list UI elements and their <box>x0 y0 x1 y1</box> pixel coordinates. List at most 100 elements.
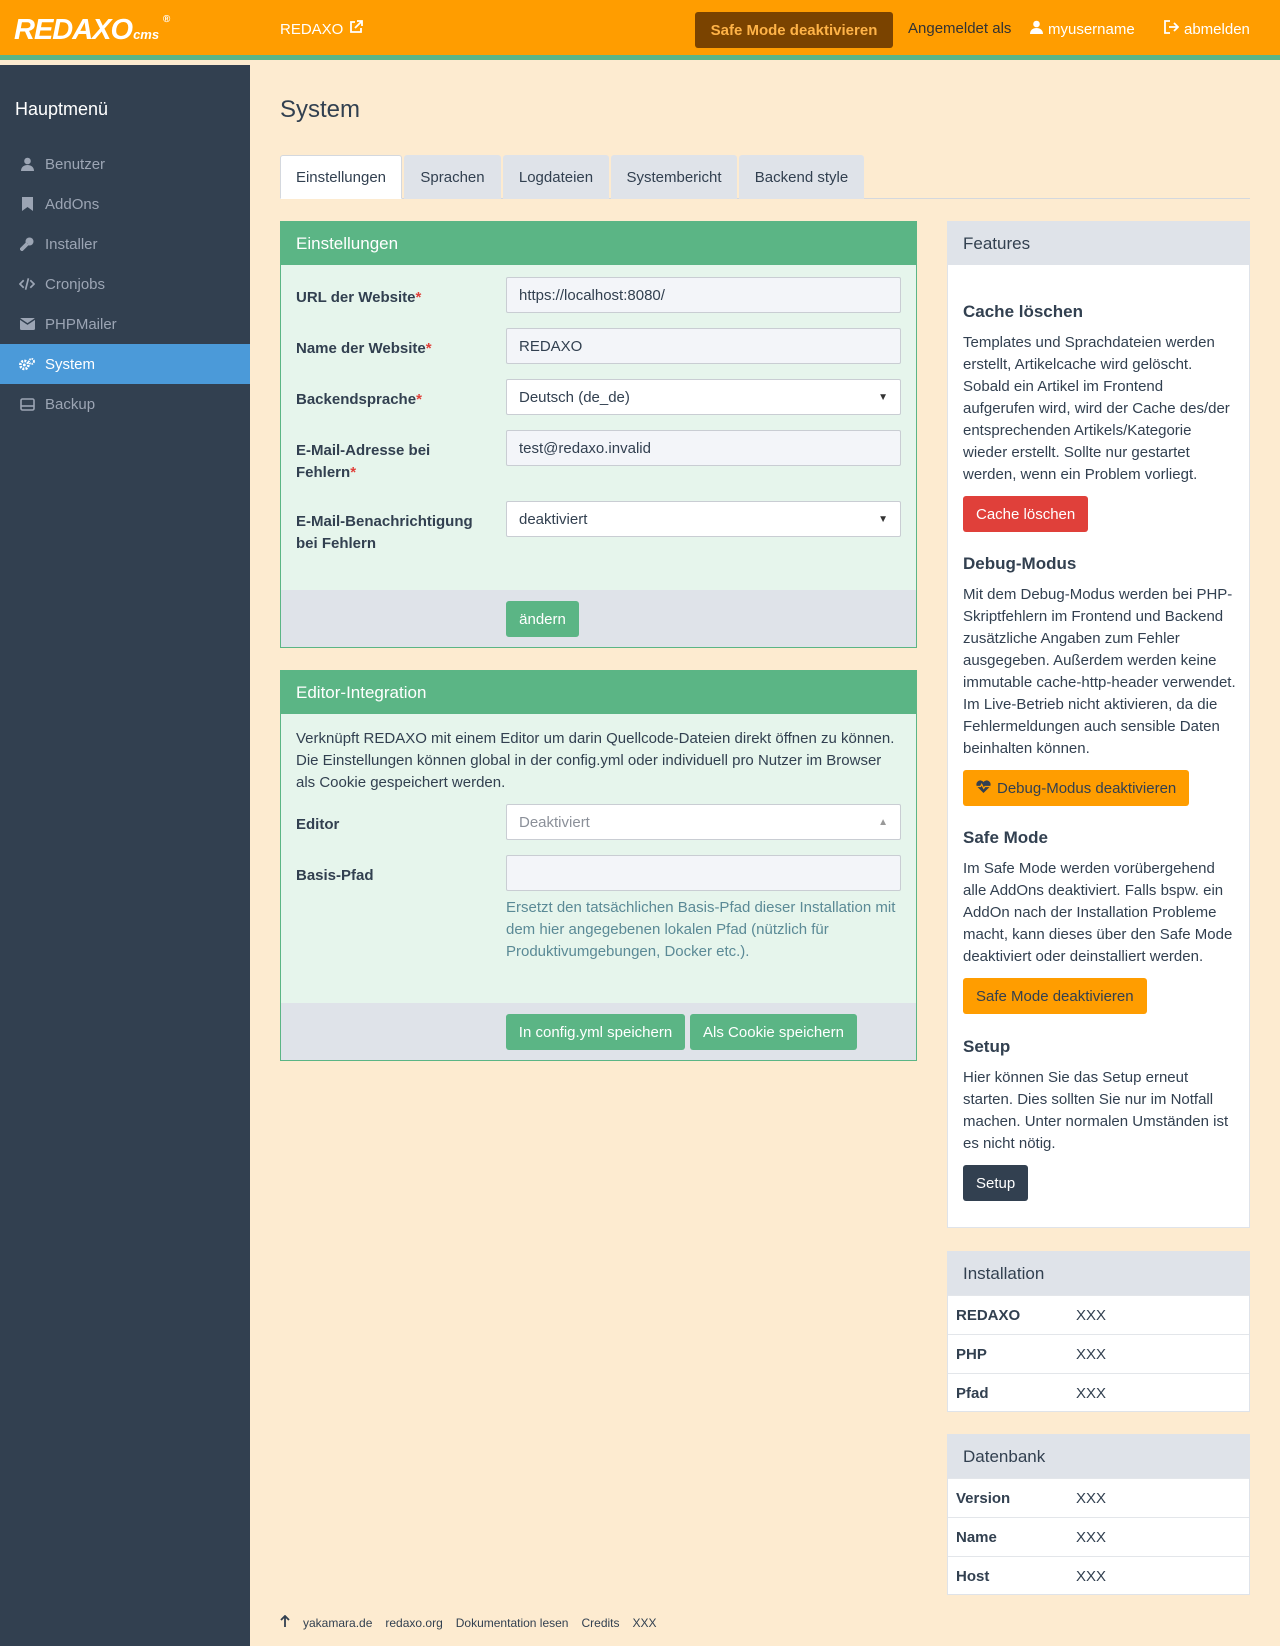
table-row: Pfad XXX <box>948 1373 1249 1413</box>
error-notify-value: deaktiviert <box>519 510 588 528</box>
setup-section: Setup Hier können Sie das Setup erneut s… <box>963 1037 1238 1201</box>
installation-panel-title: Installation <box>948 1252 1249 1295</box>
error-email-input[interactable]: test@redaxo.invalid <box>506 430 901 466</box>
base-path-help: Ersetzt den tatsächlichen Basis-Pfad die… <box>506 899 896 960</box>
sidebar-item-backup[interactable]: Backup <box>0 384 250 424</box>
debug-title: Debug-Modus <box>963 554 1077 573</box>
table-key: Host <box>948 1556 1068 1596</box>
backend-language-select[interactable]: Deutsch (de_de) ▼ <box>506 379 901 415</box>
footer-link-yakamara[interactable]: yakamara.de <box>303 1616 372 1630</box>
base-path-input[interactable] <box>506 855 901 891</box>
footer-link-credits[interactable]: Credits <box>581 1616 619 1630</box>
sidebar-title: Hauptmenü <box>15 99 109 119</box>
save-cookie-button[interactable]: Als Cookie speichern <box>690 1014 857 1050</box>
debug-mode-button-label: Debug-Modus deaktivieren <box>997 779 1177 797</box>
caret-up-icon: ▲ <box>878 816 888 828</box>
sidebar: Hauptmenü Benutzer AddOns Installer Cron… <box>0 65 250 1646</box>
settings-panel-title: Einstellungen <box>281 222 916 265</box>
user-icon <box>1030 20 1043 38</box>
tab-logdateien[interactable]: Logdateien <box>503 155 609 199</box>
sidebar-item-addons[interactable]: AddOns <box>0 184 250 224</box>
redaxo-logo[interactable]: REDAXOcms ® <box>14 14 170 47</box>
logged-in-label: Angemeldet als <box>908 20 1012 37</box>
url-input[interactable]: https://localhost:8080/ <box>506 277 901 313</box>
debug-text: Mit dem Debug-Modus werden bei PHP-Skrip… <box>963 586 1236 757</box>
safe-mode-header-button[interactable]: Safe Mode deaktivieren <box>695 12 893 48</box>
table-row: Name XXX <box>948 1517 1249 1557</box>
user-icon <box>19 157 35 171</box>
safe-mode-button[interactable]: Safe Mode deaktivieren <box>963 978 1147 1014</box>
tab-bar: Einstellungen Sprachen Logdateien System… <box>280 155 1250 199</box>
table-value: XXX <box>1068 1373 1249 1413</box>
footer-link-docs[interactable]: Dokumentation lesen <box>456 1616 569 1630</box>
table-key: PHP <box>948 1334 1068 1374</box>
table-row: REDAXO XXX <box>948 1295 1249 1335</box>
table-key: Version <box>948 1478 1068 1518</box>
frontend-link[interactable]: REDAXO <box>280 20 364 38</box>
save-config-button[interactable]: In config.yml speichern <box>506 1014 685 1050</box>
sidebar-item-phpmailer[interactable]: PHPMailer <box>0 304 250 344</box>
tab-backend-style[interactable]: Backend style <box>739 155 864 199</box>
error-notify-label: E-Mail-Benachrichtigung bei Fehlern <box>296 513 473 552</box>
footer-link-redaxo[interactable]: redaxo.org <box>385 1616 442 1630</box>
safe-mode-title: Safe Mode <box>963 828 1049 847</box>
logo-reg-mark: ® <box>162 14 170 25</box>
sidebar-item-label: Benutzer <box>45 155 106 173</box>
hdd-icon <box>19 397 35 411</box>
caret-down-icon: ▼ <box>878 513 888 525</box>
sidebar-item-label: Cronjobs <box>45 275 106 293</box>
cogs-icon <box>19 357 35 372</box>
table-value: XXX <box>1068 1334 1249 1374</box>
tab-einstellungen[interactable]: Einstellungen <box>280 155 402 199</box>
clear-cache-button[interactable]: Cache löschen <box>963 496 1089 532</box>
code-icon <box>19 277 35 291</box>
database-panel-title: Datenbank <box>948 1435 1249 1478</box>
top-bar: REDAXOcms ® REDAXO Safe Mode deaktiviere… <box>0 0 1280 60</box>
editor-intro-text: Verknüpft REDAXO mit einem Editor um dar… <box>296 730 895 791</box>
editor-panel-footer: In config.yml speichern Als Cookie speic… <box>281 1003 916 1060</box>
url-label: URL der Website* <box>296 289 422 306</box>
table-key: Pfad <box>948 1373 1068 1413</box>
cache-section: Cache löschen Templates und Sprachdateie… <box>963 302 1238 532</box>
sidebar-item-label: Backup <box>45 395 96 413</box>
installation-table: REDAXO XXX PHP XXX Pfad XXX <box>948 1295 1249 1413</box>
save-settings-button[interactable]: ändern <box>506 601 579 637</box>
site-name-input[interactable]: REDAXO <box>506 328 901 364</box>
logo-text: REDAXO <box>14 14 133 46</box>
heartbeat-icon <box>976 779 991 797</box>
features-panel: Features Cache löschen Templates und Spr… <box>947 221 1250 1228</box>
sidebar-item-cronjobs[interactable]: Cronjobs <box>0 264 250 304</box>
table-value: XXX <box>1068 1295 1249 1335</box>
installation-panel: Installation REDAXO XXX PHP XXX Pfad XXX <box>947 1251 1250 1413</box>
sidebar-item-label: PHPMailer <box>45 315 117 333</box>
table-row: Host XXX <box>948 1556 1249 1596</box>
editor-select[interactable]: Deaktiviert ▲ <box>506 804 901 840</box>
sidebar-item-benutzer[interactable]: Benutzer <box>0 144 250 184</box>
user-profile-link[interactable]: myusername <box>1030 20 1135 38</box>
table-value: XXX <box>1068 1517 1249 1557</box>
database-table: Version XXX Name XXX Host XXX <box>948 1478 1249 1596</box>
sidebar-item-installer[interactable]: Installer <box>0 224 250 264</box>
setup-button[interactable]: Setup <box>963 1165 1029 1201</box>
error-notify-select[interactable]: deaktiviert ▼ <box>506 501 901 537</box>
sign-out-icon <box>1164 20 1180 38</box>
settings-panel-footer: ändern <box>281 590 916 647</box>
table-key: Name <box>948 1517 1068 1557</box>
arrow-up-icon[interactable] <box>280 1614 290 1630</box>
tab-sprachen[interactable]: Sprachen <box>404 155 501 199</box>
settings-panel: Einstellungen URL der Website* https://l… <box>280 221 917 648</box>
wrench-icon <box>19 237 35 251</box>
tab-systembericht[interactable]: Systembericht <box>611 155 737 199</box>
frontend-link-label: REDAXO <box>280 20 344 38</box>
table-row: PHP XXX <box>948 1334 1249 1374</box>
logo-cms: cms <box>133 27 160 42</box>
debug-mode-button[interactable]: Debug-Modus deaktivieren <box>963 770 1190 806</box>
table-value: XXX <box>1068 1556 1249 1596</box>
sidebar-item-system[interactable]: System <box>0 344 250 384</box>
logout-link[interactable]: abmelden <box>1164 20 1250 38</box>
error-email-label: E-Mail-Adresse bei Fehlern* <box>296 442 431 481</box>
cache-title: Cache löschen <box>963 302 1083 321</box>
safe-mode-section: Safe Mode Im Safe Mode werden vorübergeh… <box>963 828 1238 1014</box>
footer: yakamara.de redaxo.org Dokumentation les… <box>280 1614 657 1630</box>
sidebar-item-label: AddOns <box>45 195 100 213</box>
